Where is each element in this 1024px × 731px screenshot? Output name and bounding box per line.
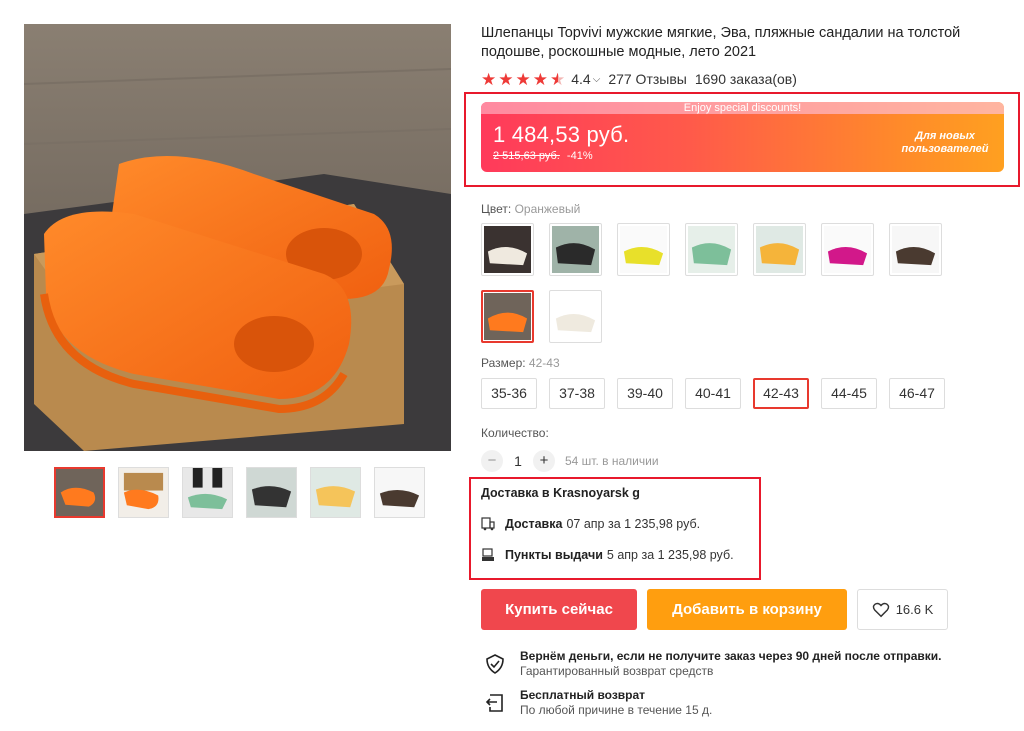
color-label: Цвет: Оранжевый [481,202,1006,216]
quantity-stepper: − 1 + 54 шт. в наличии [481,450,1006,472]
reviews-count[interactable]: 277 Отзывы [608,71,687,87]
guarantee-refund: Вернём деньги, если не получите заказ че… [484,649,942,679]
size-option-35-36[interactable]: 35-36 [481,378,537,409]
delivery-section: Доставка в Krasnoyarsk g Доставка 07 апр… [481,486,734,564]
wishlist-button[interactable]: 16.6 K [857,589,948,630]
delivery-row-pickup: Пункты выдачи 5 апр за 1 235,98 руб. [481,546,734,564]
swatch-black[interactable] [549,223,602,276]
old-price: 2 515,63 руб. [493,150,560,162]
star-icon: ★ [532,69,548,89]
guarantee-return-subtitle: По любой причине в течение 15 д. [520,703,713,717]
guarantee-refund-subtitle: Гарантированный возврат средств [520,664,714,678]
rating-value[interactable]: 4.4 [571,71,590,87]
thumbnail-2[interactable] [118,467,169,518]
delivery-pickup-label: Пункты выдачи [505,548,603,562]
orders-count: 1690 заказа(ов) [694,71,797,87]
star-icon: ★ [515,69,531,89]
thumbnail-strip [54,467,425,518]
add-to-cart-button[interactable]: Добавить в корзину [647,589,847,630]
rating-stars: ★ ★ ★ ★ ★ [481,71,565,88]
pickup-point-icon [482,548,494,561]
new-user-promo[interactable]: Для новых пользователей [900,130,990,156]
size-option-37-38[interactable]: 37-38 [549,378,605,409]
size-label-text: Размер: [481,356,526,370]
quantity-plus-button[interactable]: + [533,450,555,472]
swatch-white[interactable] [481,223,534,276]
buy-now-button[interactable]: Купить сейчас [481,589,637,630]
stock-count: 54 шт. в наличии [565,454,659,468]
size-option-40-41[interactable]: 40-41 [685,378,741,409]
slide-sandal-image [24,24,451,451]
truck-icon [481,517,495,531]
swatch-magenta[interactable] [821,223,874,276]
thumbnail-4[interactable] [246,467,297,518]
thumbnail-5[interactable] [310,467,361,518]
swatch-mint[interactable] [685,223,738,276]
size-option-42-43[interactable]: 42-43 [753,378,809,409]
rating-row: ★ ★ ★ ★ ★ 4.4 ⌵ 277 Отзывы 1690 заказа(о… [481,70,1006,88]
color-label-text: Цвет: [481,202,512,216]
color-selected-value: Оранжевый [514,202,581,216]
size-section: Размер: 42-43 35-36 37-38 39-40 40-41 42… [481,356,1006,409]
delivery-courier-detail: 07 апр за 1 235,98 руб. [566,517,701,531]
quantity-input[interactable]: 1 [503,453,533,469]
delivery-title[interactable]: Доставка в Krasnoyarsk g [481,486,734,500]
quantity-label: Количество: [481,426,549,440]
star-icon: ★ [481,69,497,89]
wishlist-count: 16.6 K [895,602,934,617]
current-price: 1 484,53 руб. [493,122,630,147]
thumbnail-1[interactable] [54,467,105,518]
guarantee-refund-title: Вернём деньги, если не получите заказ че… [520,649,942,663]
swatch-orange-yellow[interactable] [753,223,806,276]
main-product-image[interactable] [24,24,451,451]
size-selected-value: 42-43 [528,356,560,370]
guarantee-return-title: Бесплатный возврат [520,688,646,702]
star-icon: ★ [498,69,514,89]
return-icon [485,694,503,712]
heart-icon [872,602,889,617]
size-option-44-45[interactable]: 44-45 [821,378,877,409]
size-options: 35-36 37-38 39-40 40-41 42-43 44-45 46-4… [481,378,1006,409]
thumbnail-6[interactable] [374,467,425,518]
half-star-icon: ★ [550,69,566,89]
quantity-section: Количество: − 1 + 54 шт. в наличии [481,426,1006,472]
product-title: Шлепанцы Topvivi мужские мягкие, Эва, пл… [481,25,961,60]
discount-percent: -41% [566,150,593,162]
size-option-39-40[interactable]: 39-40 [617,378,673,409]
delivery-row-courier: Доставка 07 апр за 1 235,98 руб. [481,515,734,533]
color-swatches [481,223,1006,343]
delivery-pickup-detail: 5 апр за 1 235,98 руб. [606,548,734,562]
price-banner: Enjoy special discounts! 1 484,53 руб. 2… [481,102,1004,172]
quantity-minus-button[interactable]: − [481,450,503,472]
shield-check-icon [486,654,504,674]
old-price-row: 2 515,63 руб. -41% [493,150,593,162]
product-info: Шлепанцы Topvivi мужские мягкие, Эва, пл… [481,24,1006,88]
swatch-cream[interactable] [549,290,602,343]
swatch-orange[interactable] [481,290,534,343]
thumbnail-3[interactable] [182,467,233,518]
color-section: Цвет: Оранжевый [481,202,1006,343]
delivery-courier-label: Доставка [505,517,563,531]
discount-strip: Enjoy special discounts! [481,102,1004,114]
size-option-46-47[interactable]: 46-47 [889,378,945,409]
chevron-down-icon[interactable]: ⌵ [593,74,601,85]
swatch-brown[interactable] [889,223,942,276]
size-label: Размер: 42-43 [481,356,1006,370]
guarantee-return: Бесплатный возврат По любой причине в те… [484,688,712,718]
swatch-yellow[interactable] [617,223,670,276]
